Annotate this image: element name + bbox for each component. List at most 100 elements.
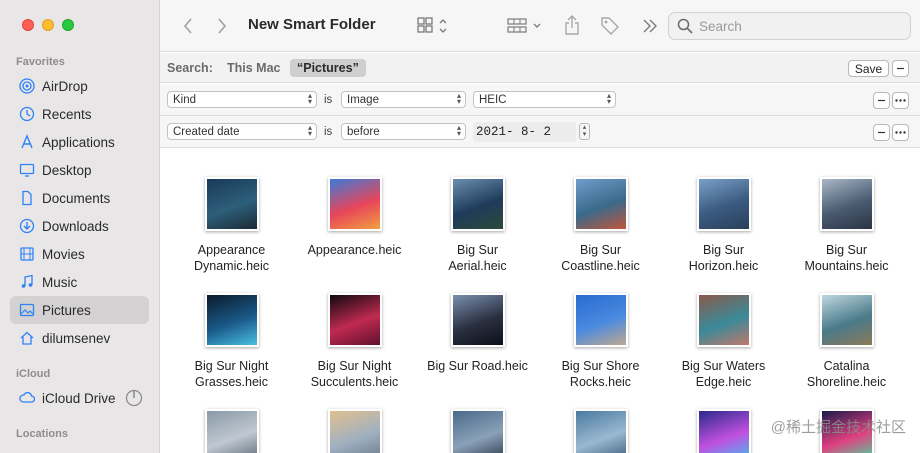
sidebar-item-icloud-drive[interactable]: iCloud Drive (10, 384, 149, 412)
close-button[interactable] (22, 19, 34, 31)
share-button[interactable] (563, 13, 581, 37)
file-item[interactable]: Big Sur Mountains.heic (785, 177, 908, 274)
attribute-select[interactable]: Created date ▴ ▾ (167, 123, 317, 140)
operator-label: is (324, 94, 333, 106)
ellipsis-icon (895, 99, 906, 102)
file-item[interactable]: Big Sur Night Succulents.heic (293, 293, 416, 390)
subvalue-select-value: HEIC (479, 93, 507, 106)
image-thumbnail (450, 409, 505, 453)
file-name-line1: Big Sur (580, 243, 621, 257)
more-toolbar-button[interactable] (642, 16, 658, 36)
zoom-button[interactable] (62, 19, 74, 31)
file-name-line2: Shoreline.heic (806, 375, 887, 389)
file-item[interactable]: Catalina Shoreline.heic (785, 293, 908, 390)
attribute-select[interactable]: Kind ▴ ▾ (167, 91, 317, 108)
remove-criteria-button[interactable] (873, 124, 890, 141)
file-name: Big Sur Aerial.heic (416, 242, 539, 274)
sidebar-item-music[interactable]: Music (10, 268, 149, 296)
file-item[interactable]: Big Sur Coastline.heic (539, 177, 662, 274)
file-item[interactable]: Big Sur Horizon.heic (662, 177, 785, 274)
file-name-line2: Grasses.heic (195, 375, 268, 389)
save-button[interactable]: Save (848, 60, 889, 77)
updown-chevron-icon: ▴ ▾ (307, 123, 312, 138)
home-icon (18, 329, 36, 347)
file-name-line2: Dynamic.heic (193, 259, 270, 273)
sync-progress-icon (125, 389, 143, 410)
clock-icon (18, 105, 36, 123)
file-item[interactable]: Appearance Dynamic.heic (170, 177, 293, 274)
sidebar-item-downloads[interactable]: Downloads (10, 212, 149, 240)
sidebar-item-label: Desktop (42, 162, 92, 178)
file-item[interactable]: Big Sur Aerial.heic (416, 177, 539, 274)
minimize-button[interactable] (42, 19, 54, 31)
file-name-line1: Big Sur Night (194, 359, 269, 373)
updown-chevron-icon: ▴ ▾ (456, 123, 461, 138)
forward-button[interactable] (214, 15, 230, 37)
file-item[interactable] (170, 409, 293, 453)
collapse-button[interactable] (892, 60, 909, 77)
file-name: Big Sur Horizon.heic (662, 242, 785, 274)
file-item[interactable] (293, 409, 416, 453)
sidebar-item-pictures[interactable]: Pictures (10, 296, 149, 324)
search-input[interactable] (699, 18, 899, 34)
file-name: Big Sur Road.heic (416, 358, 539, 374)
image-thumbnail (573, 177, 628, 231)
value-select[interactable]: Image ▴ ▾ (341, 91, 466, 108)
criteria-row-kind: Kind ▴ ▾ is Image ▴ ▾ HEIC ▴ ▾ (160, 84, 920, 116)
subvalue-select[interactable]: HEIC ▴ ▾ (473, 91, 616, 108)
more-criteria-button[interactable] (892, 124, 909, 141)
sidebar-item-desktop[interactable]: Desktop (10, 156, 149, 184)
download-icon (18, 217, 36, 235)
airdrop-icon (18, 77, 36, 95)
file-name-line2: Edge.heic (695, 375, 752, 389)
file-item[interactable] (539, 409, 662, 453)
sidebar-item-airdrop[interactable]: AirDrop (10, 72, 149, 100)
cloud-icon (18, 389, 36, 407)
file-item[interactable] (416, 409, 539, 453)
ellipsis-icon (895, 131, 906, 134)
sidebar-item-movies[interactable]: Movies (10, 240, 149, 268)
file-item[interactable]: Big Sur Waters Edge.heic (662, 293, 785, 390)
scope-pictures[interactable]: “Pictures” (290, 59, 366, 77)
sidebar-item-label: Movies (42, 246, 85, 262)
sidebar-item-label: Recents (42, 106, 92, 122)
file-name: Big Sur Night Succulents.heic (293, 358, 416, 390)
file-item[interactable]: Appearance.heic (293, 177, 416, 258)
file-name-line1: Appearance (197, 243, 266, 257)
tag-button[interactable] (599, 14, 621, 36)
search-scope-label: Search: (167, 61, 213, 75)
file-name-line2: Aerial.heic (448, 259, 507, 273)
updown-chevron-icon: ▴ ▾ (606, 91, 611, 106)
chevron-right-icon (218, 18, 227, 34)
image-thumbnail (204, 409, 259, 453)
date-field[interactable]: 2021- 8- 2 (473, 122, 576, 142)
date-stepper[interactable]: ▴ ▾ (579, 123, 590, 140)
sidebar-item-applications[interactable]: Applications (10, 128, 149, 156)
scope-this-mac[interactable]: This Mac (227, 61, 281, 75)
file-name: Appearance.heic (293, 242, 416, 258)
file-item[interactable]: Big Sur Shore Rocks.heic (539, 293, 662, 390)
updown-chevron-icon: ▴ ▾ (307, 91, 312, 106)
group-by-button[interactable] (506, 16, 544, 36)
sidebar-item-recents[interactable]: Recents (10, 100, 149, 128)
view-mode-button[interactable] (416, 16, 452, 36)
remove-criteria-button[interactable] (873, 92, 890, 109)
back-button[interactable] (180, 15, 196, 37)
search-scope-bar: Search: This Mac “Pictures” Save (160, 53, 920, 83)
photo-icon (18, 301, 36, 319)
search-field[interactable] (668, 12, 911, 40)
file-name: Big Sur Night Grasses.heic (170, 358, 293, 390)
window-title: New Smart Folder (248, 16, 376, 33)
date-operator-select[interactable]: before ▴ ▾ (341, 123, 466, 140)
sidebar-item-documents[interactable]: Documents (10, 184, 149, 212)
attribute-select-value: Kind (173, 93, 197, 106)
more-criteria-button[interactable] (892, 92, 909, 109)
file-item[interactable] (662, 409, 785, 453)
sidebar-section-favorites: Favorites (16, 56, 65, 68)
file-item[interactable]: Big Sur Night Grasses.heic (170, 293, 293, 390)
sidebar-item-home[interactable]: dilumsenev (10, 324, 149, 352)
file-name-line2: Mountains.heic (804, 259, 889, 273)
date-operator-value: before (347, 125, 380, 138)
file-item[interactable]: Big Sur Road.heic (416, 293, 539, 374)
sidebar-item-label: dilumsenev (42, 330, 111, 346)
